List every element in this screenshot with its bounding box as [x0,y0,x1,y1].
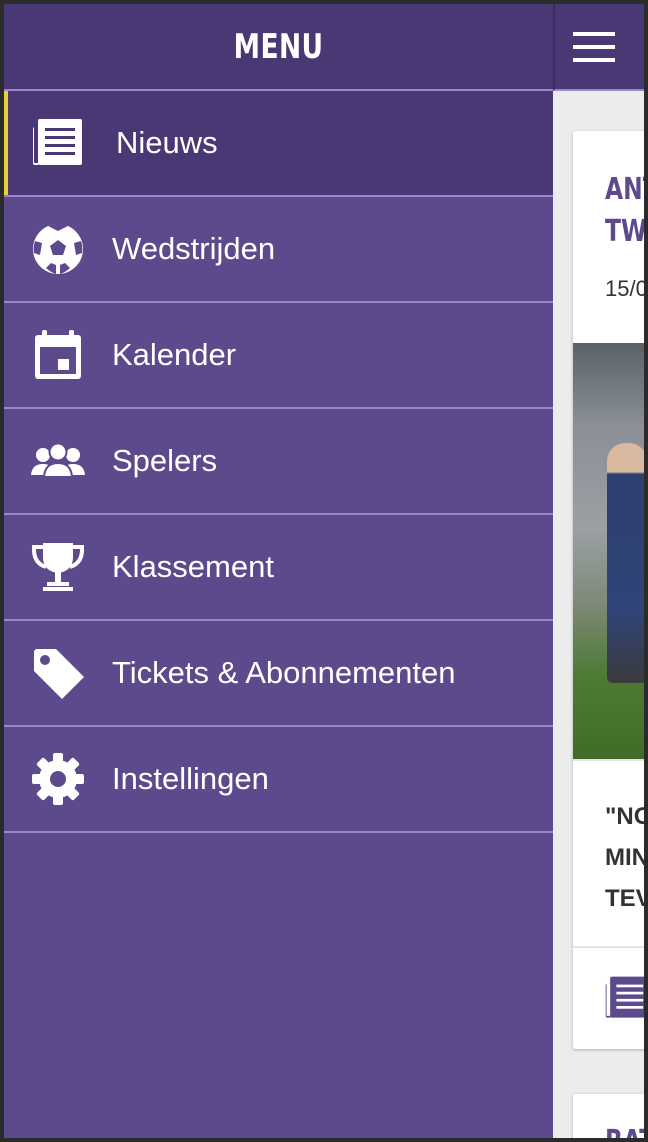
menu-title: MENU [233,26,324,67]
menu-item-label: Spelers [112,443,218,478]
article-excerpt: "NO MIN TEV [605,803,644,912]
menu-item-kalender[interactable]: Kalender [4,303,553,409]
article-title[interactable]: ANT TW [605,169,644,253]
hamburger-icon[interactable] [573,32,615,62]
menu-item-nieuws[interactable]: Nieuws [4,91,553,197]
article-photo[interactable] [573,343,644,759]
menu-header: MENU [4,4,553,91]
menu-item-klassement[interactable]: Klassement [4,515,553,621]
app-frame: MENU Nieuws Wedstrijden Kalender Spelers… [4,4,644,1138]
trophy-icon [30,539,86,595]
news-card[interactable]: ANT TW 15/0 "NO MIN TEV [573,131,644,1049]
gear-icon [30,751,86,807]
menu-item-tickets[interactable]: Tickets & Abonnementen [4,621,553,727]
newspaper-icon [30,115,86,171]
calendar-icon [30,327,86,383]
menu-item-label: Kalender [112,337,237,372]
menu-item-label: Nieuws [116,125,218,160]
menu-item-label: Tickets & Abonnementen [112,655,456,690]
side-menu: MENU Nieuws Wedstrijden Kalender Spelers… [4,4,553,1138]
news-card[interactable]: RAT [573,1094,644,1138]
menu-item-label: Klassement [112,549,274,584]
menu-item-spelers[interactable]: Spelers [4,409,553,515]
newspaper-icon [603,973,644,1023]
top-bar [553,4,644,91]
soccer-ball-icon [30,221,86,277]
tag-icon [30,645,86,701]
menu-item-label: Wedstrijden [112,231,276,266]
menu-item-wedstrijden[interactable]: Wedstrijden [4,197,553,303]
divider [573,946,644,948]
article-date: 15/0 [605,276,644,301]
news-feed: ANT TW 15/0 "NO MIN TEV RA [553,91,644,1138]
players-icon [30,433,86,489]
menu-item-label: Instellingen [112,761,269,796]
photo-person [607,443,644,683]
menu-item-instellingen[interactable]: Instellingen [4,727,553,833]
divider [573,759,644,761]
article-title[interactable]: RAT [605,1124,644,1138]
